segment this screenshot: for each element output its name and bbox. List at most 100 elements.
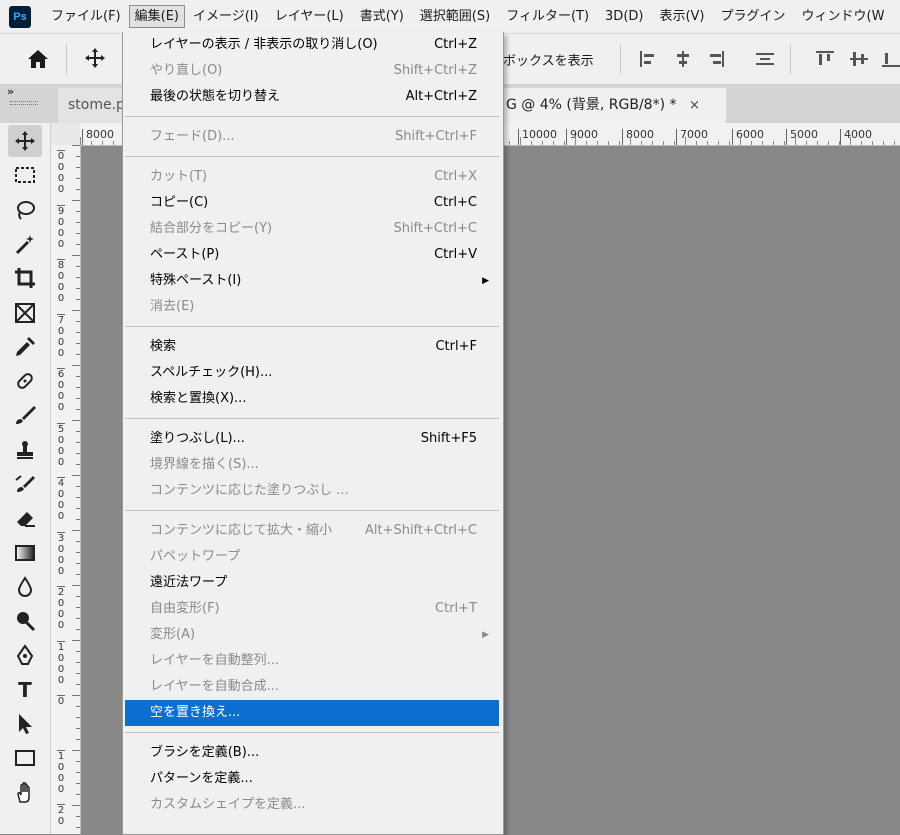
distribute-icon[interactable] xyxy=(756,51,774,67)
tab-active-document[interactable]: G @ 4% (背景, RGB/8*) * × xyxy=(496,88,726,123)
edit-menu-item[interactable]: ペースト(P) Ctrl+V xyxy=(125,242,499,268)
menu-1[interactable]: 編集(E) xyxy=(128,5,185,28)
align-vertical-centers-icon[interactable] xyxy=(850,51,868,67)
brush-tool-icon-svg xyxy=(16,406,36,425)
menu-2[interactable]: イメージ(I) xyxy=(185,5,267,28)
ruler-tick xyxy=(72,475,80,476)
edit-menu-item[interactable]: 検索と置換(X)... xyxy=(125,386,499,412)
ruler-tick xyxy=(795,137,796,145)
ruler-left-label: 0 0 0 0 xyxy=(57,150,65,195)
pen-tool-icon[interactable] xyxy=(8,640,42,672)
hand-tool-icon[interactable] xyxy=(8,777,42,809)
align-right-edges-icon[interactable] xyxy=(706,51,724,67)
ruler-tick xyxy=(72,750,80,751)
panel-grip[interactable] xyxy=(10,101,38,105)
edit-menu-item-label: コピー(C) xyxy=(150,195,209,210)
ruler-tick xyxy=(76,673,80,674)
clone-stamp-tool-icon-svg xyxy=(17,440,33,459)
ruler-tick xyxy=(564,141,565,145)
eyedropper-tool-icon[interactable] xyxy=(8,331,42,363)
edit-menu-item[interactable]: コピー(C) Ctrl+C xyxy=(125,190,499,216)
ruler-tick xyxy=(76,706,80,707)
type-tool-icon[interactable]: T xyxy=(8,674,42,706)
ruler-tick xyxy=(762,141,763,145)
ruler-origin[interactable] xyxy=(50,123,81,146)
edit-menu-item[interactable]: スペルチェック(H)... xyxy=(125,360,499,386)
lasso-tool-icon-svg xyxy=(17,200,35,220)
edit-menu-item-shortcut: Ctrl+F xyxy=(435,339,477,354)
blur-tool-icon-svg xyxy=(17,576,33,597)
ruler-top-label: 4000 xyxy=(840,129,872,145)
ruler-top-label: 5000 xyxy=(786,129,818,145)
ruler-tick xyxy=(76,233,80,234)
frame-tool-icon[interactable] xyxy=(8,297,42,329)
ruler-left-label: 6 0 0 0 xyxy=(57,368,65,413)
align-horizontal-centers-icon[interactable] xyxy=(674,51,692,67)
ruler-tick xyxy=(76,563,80,564)
eraser-tool-icon[interactable] xyxy=(8,502,42,534)
ruler-top-label: 10000 xyxy=(518,129,557,145)
menu-10[interactable]: ウィンドウ(W xyxy=(794,5,893,28)
ruler-tick xyxy=(619,141,620,145)
align-top-edges-icon[interactable] xyxy=(816,51,834,67)
edit-menu-item[interactable]: 検索 Ctrl+F xyxy=(125,334,499,360)
ruler-tick xyxy=(76,156,80,157)
edit-menu-item[interactable]: レイヤーの表示 / 非表示の取り消し(O) Ctrl+Z xyxy=(125,32,499,58)
dodge-tool-icon[interactable] xyxy=(8,605,42,637)
align-bottom-edges-icon[interactable] xyxy=(882,51,900,67)
home-icon[interactable] xyxy=(26,48,50,70)
show-transform-controls-label[interactable]: ボックスを表示 xyxy=(503,50,594,69)
move-options-icon[interactable] xyxy=(84,47,106,69)
ruler-tick xyxy=(76,354,80,355)
edit-menu-item[interactable]: 空を置き換え... xyxy=(125,700,499,726)
align-left-edges-icon[interactable] xyxy=(640,51,658,67)
ruler-tick xyxy=(76,178,80,179)
edit-menu-item-label: 空を置き換え... xyxy=(150,705,241,720)
menu-4[interactable]: 書式(Y) xyxy=(352,5,412,28)
ruler-tick xyxy=(76,409,80,410)
menu-6[interactable]: フィルター(T) xyxy=(498,5,597,28)
healing-brush-tool-icon[interactable] xyxy=(8,365,42,397)
clone-stamp-tool-icon[interactable] xyxy=(8,434,42,466)
collapse-panel-icon[interactable]: » xyxy=(7,85,14,98)
edit-menu-item-shortcut: Ctrl+X xyxy=(434,169,477,184)
blur-tool-icon[interactable] xyxy=(8,571,42,603)
edit-menu-item[interactable]: パターンを定義... xyxy=(125,766,499,792)
crop-tool-icon[interactable] xyxy=(8,262,42,294)
rectangle-tool-icon[interactable] xyxy=(8,742,42,774)
edit-menu-item: レイヤーを自動整列... xyxy=(125,648,499,674)
ruler-tick xyxy=(76,739,80,740)
ruler-tick xyxy=(817,141,818,145)
history-brush-tool-icon-svg xyxy=(15,475,35,492)
menu-7[interactable]: 3D(D) xyxy=(597,5,651,28)
move-tool-icon[interactable] xyxy=(8,125,42,157)
lasso-tool-icon[interactable] xyxy=(8,194,42,226)
menu-9[interactable]: プラグイン xyxy=(713,5,794,28)
gradient-tool-icon[interactable] xyxy=(8,537,42,569)
edit-menu-item-label: レイヤーを自動合成... xyxy=(150,679,280,694)
vertical-ruler[interactable]: 0 0 0 0 9 0 0 0 8 0 0 0 7 0 0 0 6 0 0 0 5 0 0… xyxy=(50,145,81,834)
close-tab-icon[interactable]: × xyxy=(689,98,700,113)
menu-5[interactable]: 選択範囲(S) xyxy=(412,5,498,28)
marquee-tool-icon[interactable] xyxy=(8,159,42,191)
ruler-left-label: 1 0 0 0 xyxy=(57,749,65,795)
edit-menu-item-label: カスタムシェイプを定義... xyxy=(150,797,306,812)
menu-3[interactable]: レイヤー(L) xyxy=(267,5,352,28)
edit-menu-item[interactable]: ブラシを定義(B)... xyxy=(125,740,499,766)
menu-8[interactable]: 表示(V) xyxy=(651,5,712,28)
menu-0[interactable]: ファイル(F) xyxy=(43,5,129,28)
edit-menu-item-shortcut: Ctrl+T xyxy=(435,601,477,616)
edit-menu-item[interactable]: 塗りつぶし(L)... Shift+F5 xyxy=(125,426,499,452)
ruler-top-label: 6000 xyxy=(732,129,764,145)
edit-menu-item[interactable]: 最後の状態を切り替え Alt+Ctrl+Z xyxy=(125,84,499,110)
edit-menu-item-shortcut: Shift+F5 xyxy=(420,431,477,446)
ruler-tick xyxy=(76,376,80,377)
edit-menu-item-shortcut: Ctrl+C xyxy=(433,195,477,210)
ruler-tick xyxy=(76,794,80,795)
brush-tool-icon[interactable] xyxy=(8,399,42,431)
path-selection-tool-icon[interactable] xyxy=(8,708,42,740)
magic-wand-tool-icon[interactable] xyxy=(8,228,42,260)
history-brush-tool-icon[interactable] xyxy=(8,468,42,500)
edit-menu-item[interactable]: 遠近法ワープ xyxy=(125,570,499,596)
edit-menu-item[interactable]: 特殊ペースト(I) ▶ xyxy=(125,268,499,294)
